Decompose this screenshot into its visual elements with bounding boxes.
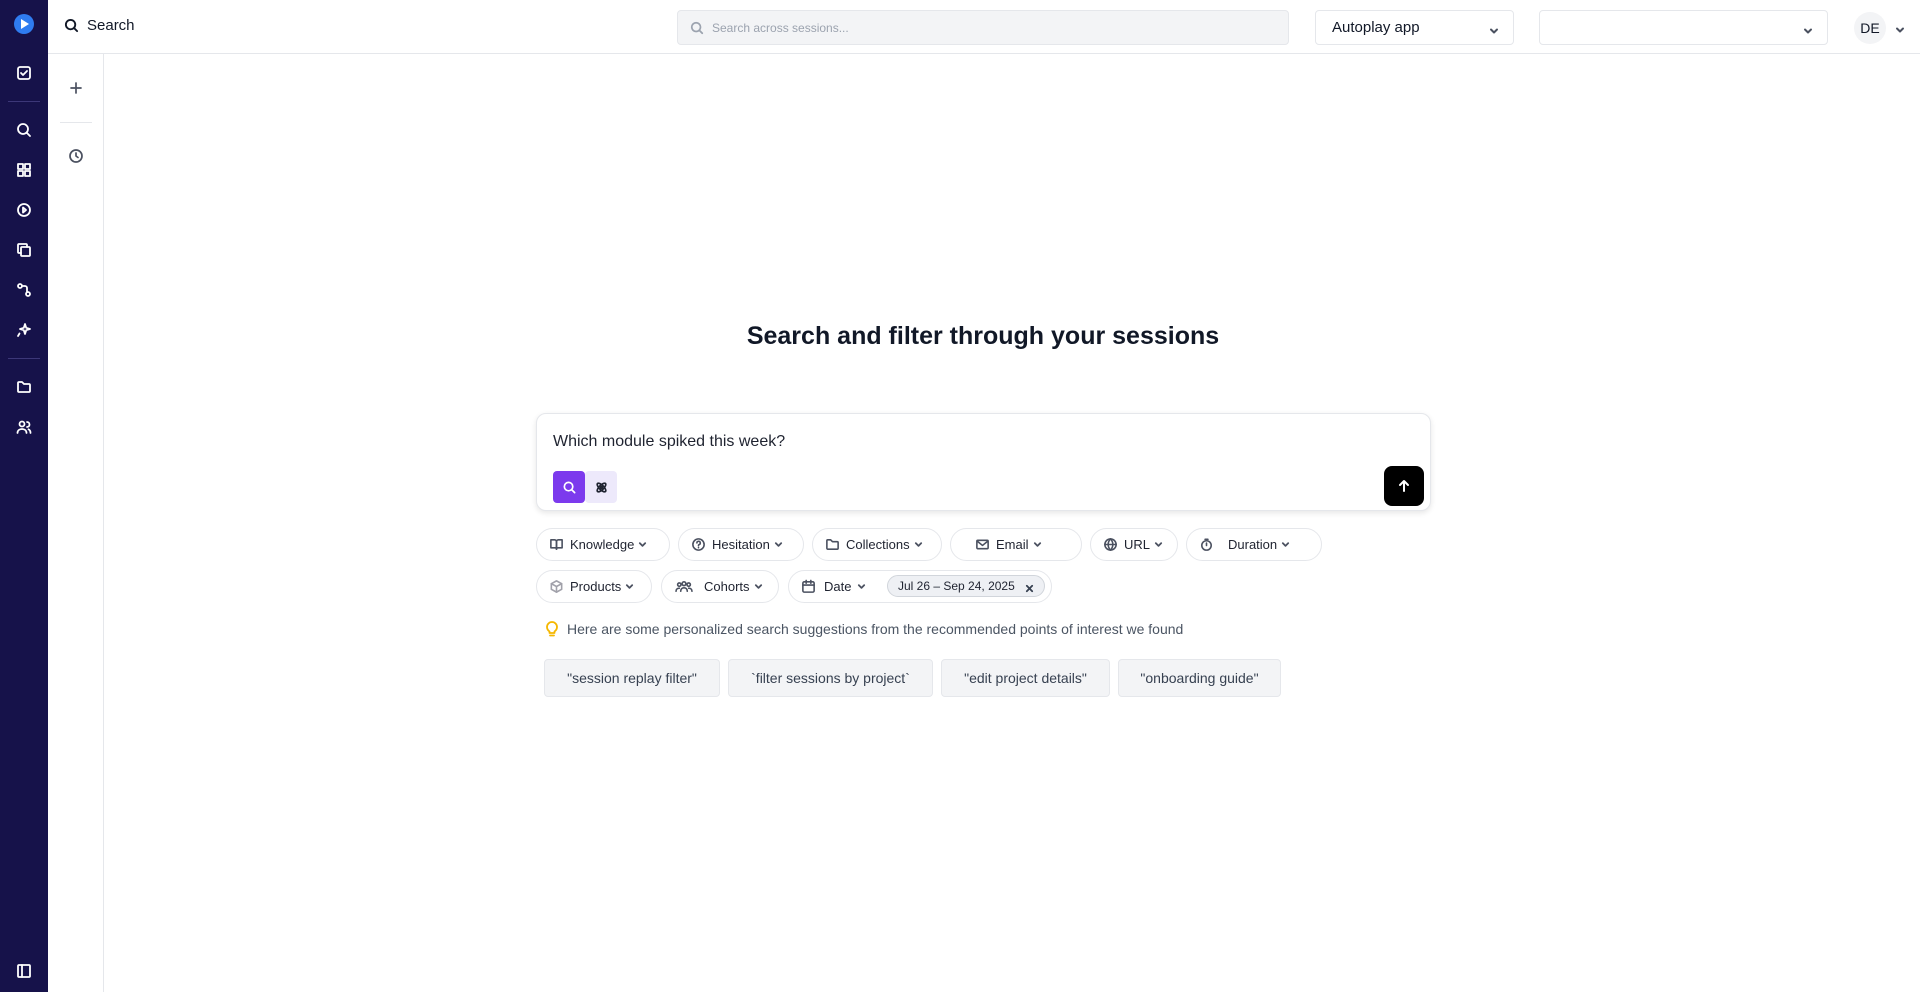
filter-products[interactable]: Products bbox=[536, 570, 652, 603]
filter-knowledge[interactable]: Knowledge bbox=[536, 528, 670, 561]
secondary-select[interactable] bbox=[1539, 10, 1828, 45]
filter-label: Hesitation bbox=[712, 537, 770, 552]
plus-icon[interactable] bbox=[66, 78, 86, 98]
top-bar: Search Autoplay app DE bbox=[48, 0, 1920, 54]
users-icon[interactable] bbox=[14, 417, 34, 437]
secondary-panel bbox=[48, 54, 104, 992]
box-icon bbox=[550, 580, 563, 593]
dashboard-icon[interactable] bbox=[14, 160, 34, 180]
mail-icon bbox=[976, 539, 989, 550]
app-select[interactable]: Autoplay app bbox=[1315, 10, 1514, 45]
chevron-down-icon bbox=[858, 584, 866, 589]
atom-icon bbox=[595, 481, 607, 493]
filter-label: Knowledge bbox=[570, 537, 635, 552]
app-logo-icon[interactable] bbox=[14, 14, 34, 34]
filter-label: Products bbox=[570, 579, 622, 594]
filter-collections[interactable]: Collections bbox=[812, 528, 942, 561]
filter-duration[interactable]: Duration bbox=[1186, 528, 1322, 561]
suggestion-chip[interactable]: "session replay filter" bbox=[544, 659, 720, 697]
date-range-tag[interactable]: Jul 26 – Sep 24, 2025 bbox=[887, 575, 1045, 597]
chevron-down-icon bbox=[914, 542, 922, 547]
send-button[interactable] bbox=[1384, 466, 1424, 506]
timer-icon bbox=[1201, 538, 1212, 551]
query-input[interactable]: Which module spiked this week? bbox=[553, 433, 785, 451]
chevron-down-icon bbox=[639, 542, 647, 547]
arrow-up-icon bbox=[1399, 480, 1409, 492]
search-icon bbox=[64, 18, 79, 33]
chevron-down-icon bbox=[626, 584, 634, 589]
chevron-down-icon bbox=[774, 542, 782, 547]
filter-url[interactable]: URL bbox=[1090, 528, 1178, 561]
search-mode-button[interactable] bbox=[553, 471, 585, 503]
mode-toggle[interactable] bbox=[553, 471, 617, 503]
copy-icon[interactable] bbox=[14, 240, 34, 260]
folder-icon bbox=[826, 539, 839, 550]
suggestion-note: Here are some personalized search sugges… bbox=[545, 621, 1183, 637]
close-icon[interactable] bbox=[1025, 582, 1034, 592]
search-icon bbox=[690, 21, 704, 34]
calendar-icon bbox=[802, 579, 815, 593]
date-range-value: Jul 26 – Sep 24, 2025 bbox=[898, 579, 1015, 593]
chevron-down-icon bbox=[1282, 542, 1290, 547]
globe-icon bbox=[1104, 538, 1117, 551]
history-clock-icon[interactable] bbox=[66, 146, 86, 166]
page-title-label: Search bbox=[87, 17, 135, 34]
filter-label: Date bbox=[824, 579, 852, 594]
chevron-down-icon bbox=[1033, 542, 1041, 547]
search-icon[interactable] bbox=[14, 120, 34, 140]
chevron-down-icon bbox=[1489, 23, 1499, 34]
filter-label: Collections bbox=[846, 537, 910, 552]
search-icon bbox=[563, 481, 575, 493]
sparkle-icon[interactable] bbox=[14, 320, 34, 340]
filter-label: Cohorts bbox=[704, 579, 750, 594]
filter-email[interactable]: Email bbox=[950, 528, 1082, 561]
chevron-down-icon[interactable] bbox=[1895, 22, 1905, 33]
tasks-icon[interactable] bbox=[14, 63, 34, 83]
chevron-down-icon bbox=[1803, 23, 1813, 34]
users-group-icon bbox=[675, 581, 693, 592]
folder-icon[interactable] bbox=[14, 377, 34, 397]
avatar[interactable]: DE bbox=[1854, 12, 1886, 44]
filter-label: Duration bbox=[1228, 537, 1278, 552]
chevron-down-icon bbox=[754, 584, 762, 589]
app-select-value: Autoplay app bbox=[1332, 19, 1420, 36]
filter-hesitation[interactable]: Hesitation bbox=[678, 528, 804, 561]
rail-divider bbox=[8, 101, 40, 102]
rail-divider bbox=[8, 358, 40, 359]
global-search-input[interactable] bbox=[712, 20, 1272, 35]
suggestion-chip[interactable]: `filter sessions by project` bbox=[728, 659, 933, 697]
filter-label: URL bbox=[1124, 537, 1151, 552]
query-box[interactable]: Which module spiked this week? bbox=[536, 413, 1431, 511]
play-circle-icon[interactable] bbox=[14, 200, 34, 220]
left-nav-rail bbox=[0, 0, 48, 992]
page-title: Search bbox=[64, 17, 135, 34]
suggestion-chip[interactable]: "edit project details" bbox=[941, 659, 1110, 697]
filter-label: Email bbox=[996, 537, 1029, 552]
panel-divider bbox=[60, 122, 92, 123]
suggestion-chip[interactable]: "onboarding guide" bbox=[1118, 659, 1281, 697]
flow-icon[interactable] bbox=[14, 280, 34, 300]
suggestion-note-text: Here are some personalized search sugges… bbox=[567, 621, 1184, 637]
ai-mode-button[interactable] bbox=[585, 471, 617, 503]
lightbulb-icon bbox=[546, 621, 558, 637]
global-search-bar[interactable] bbox=[677, 10, 1289, 45]
book-open-icon bbox=[550, 539, 563, 550]
chevron-down-icon bbox=[1154, 542, 1163, 547]
filter-cohorts[interactable]: Cohorts bbox=[661, 570, 779, 603]
sidebar-toggle-icon[interactable] bbox=[14, 961, 34, 981]
help-circle-icon bbox=[692, 538, 705, 551]
page-headline: Search and filter through your sessions bbox=[746, 322, 1220, 350]
